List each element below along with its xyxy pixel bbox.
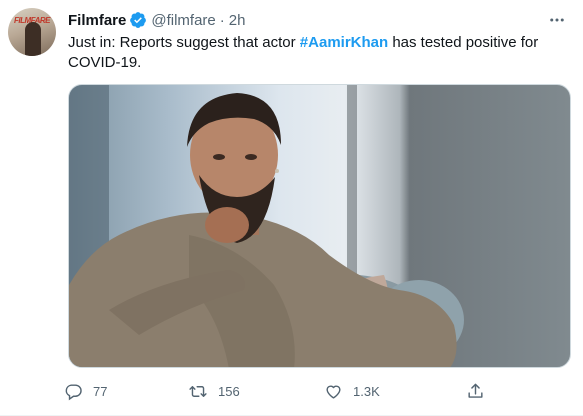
tweet-timestamp[interactable]: 2h [229,12,246,29]
tweet-header: Filmfare @filmfare · 2h [68,10,245,30]
heart-icon [324,382,343,401]
tweet-actions-bar: 77 156 1.3K [64,378,524,404]
tweet-card[interactable]: FILMFARE Filmfare @filmfare · 2h Just in… [0,0,583,416]
share-icon [466,382,485,401]
like-button[interactable]: 1.3K [324,382,466,401]
hashtag-link[interactable]: #AamirKhan [300,34,388,51]
more-options-icon[interactable] [545,8,569,32]
author-name[interactable]: Filmfare [68,12,126,29]
avatar-cover-figure [25,22,41,56]
tweet-photo[interactable] [68,84,571,368]
reply-count: 77 [93,383,108,399]
retweet-icon [188,382,208,401]
tweet-text-prefix: Just in: Reports suggest that actor [68,34,300,51]
author-avatar[interactable]: FILMFARE [8,8,56,56]
tweet-text: Just in: Reports suggest that actor #Aam… [68,33,558,73]
retweet-button[interactable]: 156 [188,382,324,401]
like-count: 1.3K [353,383,380,399]
retweet-count: 156 [218,383,240,399]
share-button[interactable] [466,382,485,401]
reply-button[interactable]: 77 [64,382,188,401]
verified-badge-icon [129,11,147,29]
reply-icon [64,382,83,401]
author-handle[interactable]: @filmfare [151,12,215,29]
header-separator: · [219,11,225,29]
photo-of-bearded-man-seated [69,85,464,367]
